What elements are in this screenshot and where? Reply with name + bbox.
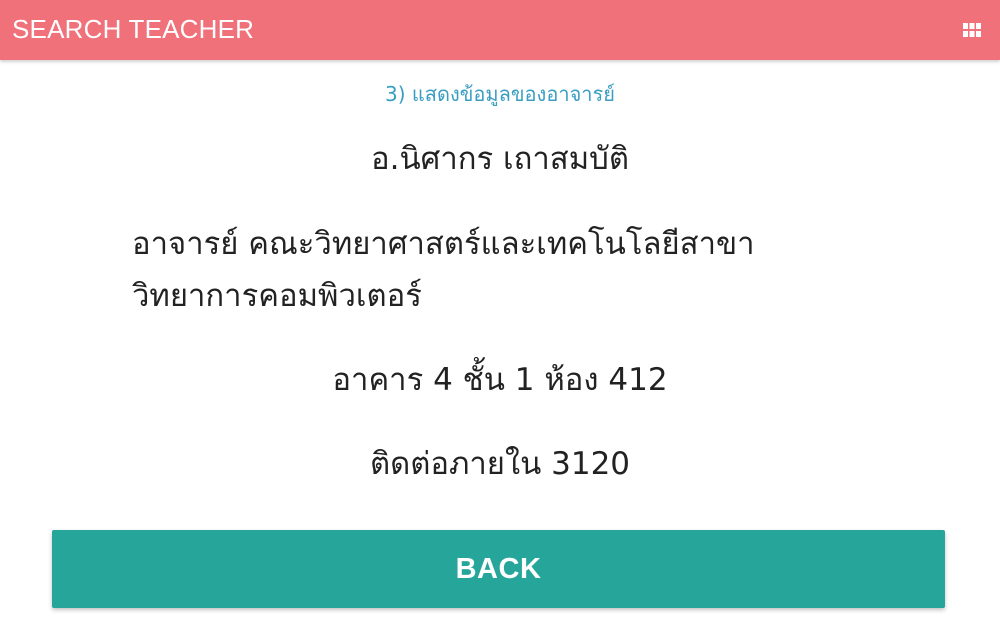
grid-view-icon	[963, 23, 981, 37]
app-title: SEARCH TEACHER	[12, 14, 255, 44]
app-bar: SEARCH TEACHER	[0, 0, 1000, 60]
teacher-name: อ.นิศากร เถาสมบัติ	[371, 141, 629, 177]
step-label: 3) แสดงข้อมูลของอาจารย์	[385, 82, 615, 106]
teacher-office: อาคาร 4 ชั้น 1 ห้อง 412	[332, 362, 668, 398]
teacher-phone: ติดต่อภายใน 3120	[369, 446, 631, 482]
back-button[interactable]: BACK	[52, 530, 945, 608]
grid-menu-button[interactable]	[960, 18, 984, 42]
teacher-position: อาจารย์ คณะวิทยาศาสตร์และเทคโนโลยีสาขาวิ…	[132, 226, 755, 314]
